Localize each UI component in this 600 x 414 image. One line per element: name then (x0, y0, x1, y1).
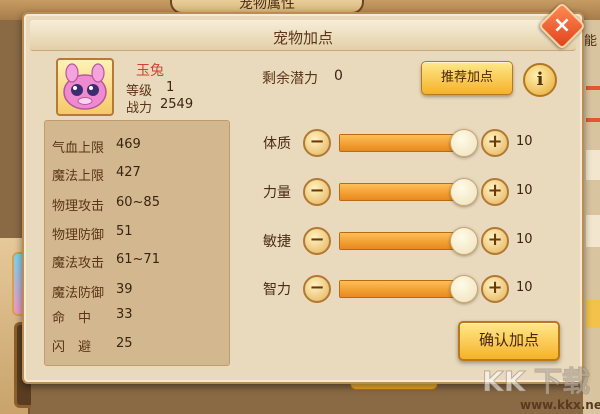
minus-button[interactable]: − (303, 129, 331, 157)
rabbit-pet-icon (63, 63, 107, 110)
stat-value: 33 (116, 307, 133, 322)
slider-fill (340, 233, 462, 249)
stat-label: 闪 避 (52, 340, 92, 355)
minus-button[interactable]: − (303, 275, 331, 303)
plus-button[interactable]: + (481, 227, 509, 255)
attribute-label: 智力 (263, 282, 291, 298)
stat-label: 物理攻击 (52, 199, 105, 214)
background-red-stripe (586, 118, 600, 122)
attribute-slider[interactable] (339, 183, 463, 201)
pet-name: 玉兔 (136, 63, 164, 79)
stat-value: 61~71 (116, 252, 160, 267)
attribute-slider[interactable] (339, 232, 463, 250)
info-icon[interactable]: i (523, 63, 557, 97)
plus-button[interactable]: + (481, 129, 509, 157)
confirm-points-button[interactable]: 确认加点 (458, 321, 560, 361)
stat-value: 25 (116, 336, 133, 351)
level-value: 1 (166, 80, 175, 95)
attribute-value: 10 (516, 134, 533, 149)
plus-button[interactable]: + (481, 178, 509, 206)
stats-panel (44, 120, 230, 366)
background-right-text: 能 (584, 34, 598, 49)
remaining-points-label: 剩余潜力 (262, 71, 318, 87)
recommend-points-button[interactable]: 推荐加点 (421, 61, 513, 95)
background-list-item (586, 215, 600, 247)
stat-label: 魔法防御 (52, 286, 105, 301)
slider-handle[interactable] (450, 129, 478, 157)
attribute-value: 10 (516, 280, 533, 295)
stat-value: 51 (116, 224, 133, 239)
attribute-value: 10 (516, 183, 533, 198)
watermark-url: www.kkx.net (520, 398, 600, 412)
attribute-slider[interactable] (339, 280, 463, 298)
stat-value: 60~85 (116, 195, 160, 210)
minus-button[interactable]: − (303, 227, 331, 255)
background-gold-tab (586, 300, 600, 328)
stat-label: 物理防御 (52, 228, 105, 243)
stat-value: 39 (116, 282, 133, 297)
attribute-label: 敏捷 (263, 234, 291, 250)
plus-button[interactable]: + (481, 275, 509, 303)
dialog-title: 宠物加点 (272, 29, 333, 47)
slider-handle[interactable] (450, 178, 478, 206)
svg-text:下载: 下载 (534, 365, 590, 398)
slider-fill (340, 184, 462, 200)
attribute-label: 体质 (263, 136, 291, 152)
background-red-stripe (586, 86, 600, 90)
remaining-points-value: 0 (334, 68, 343, 84)
background-list-item (586, 150, 600, 180)
stat-label: 魔法攻击 (52, 256, 105, 271)
stat-value: 427 (116, 165, 141, 180)
attribute-label: 力量 (263, 185, 291, 201)
stat-label: 气血上限 (52, 141, 105, 156)
minus-button[interactable]: − (303, 178, 331, 206)
slider-fill (340, 281, 462, 297)
dialog-header: 宠物加点 (30, 20, 576, 51)
pet-avatar (56, 58, 114, 116)
slider-handle[interactable] (450, 227, 478, 255)
power-value: 2549 (160, 97, 194, 112)
power-label: 战力 (126, 101, 153, 116)
slider-fill (340, 135, 462, 151)
attribute-value: 10 (516, 232, 533, 247)
stat-label: 命 中 (52, 311, 92, 326)
close-icon[interactable]: × (545, 9, 579, 43)
stat-label: 魔法上限 (52, 169, 105, 184)
stat-value: 469 (116, 137, 141, 152)
svg-text:KK: KK (482, 365, 527, 398)
watermark-logo: KK 下载 (482, 365, 591, 399)
slider-handle[interactable] (450, 275, 478, 303)
attribute-slider[interactable] (339, 134, 463, 152)
